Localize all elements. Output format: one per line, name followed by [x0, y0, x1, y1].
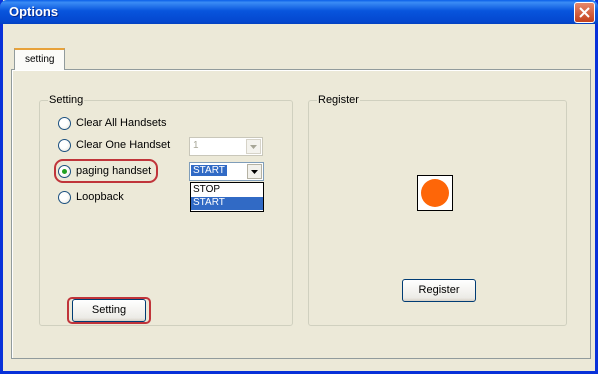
status-dot-icon [421, 179, 449, 207]
tab-setting[interactable]: setting [14, 48, 65, 70]
setting-groupbox: Setting [39, 94, 293, 326]
radio-button[interactable] [58, 191, 71, 204]
handset-number-combo[interactable]: 1 [189, 137, 263, 156]
handset-combo-dropdown-button[interactable] [246, 139, 261, 154]
register-status-indicator [417, 175, 453, 211]
setting-group-title: Setting [48, 94, 85, 106]
radio-label: paging handset [76, 165, 152, 177]
options-dialog: Options setting Setting Clear All Handse… [0, 0, 598, 374]
dropdown-option-start[interactable]: START [191, 197, 263, 210]
title-bar[interactable]: Options [0, 0, 598, 24]
radio-loopback[interactable]: Loopback [58, 190, 138, 206]
radio-label: Clear One Handset [76, 139, 171, 151]
radio-clear-all-handsets[interactable]: Clear All Handsets [58, 116, 178, 132]
radio-clear-one-handset[interactable]: Clear One Handset [58, 138, 178, 154]
handset-number-value: 1 [193, 140, 199, 151]
tab-setting-label: setting [25, 54, 55, 65]
close-icon [579, 7, 590, 18]
window-title: Options [9, 4, 59, 19]
close-button[interactable] [574, 2, 595, 23]
paging-command-dropdown-list: STOP START [190, 182, 264, 212]
paging-combo-dropdown-button[interactable] [247, 164, 262, 179]
register-group-title: Register [317, 94, 360, 106]
dropdown-option-stop[interactable]: STOP [191, 184, 263, 197]
paging-command-value: START [191, 165, 227, 176]
radio-button[interactable] [58, 139, 71, 152]
paging-command-combo[interactable]: START [189, 162, 264, 181]
chevron-down-icon [250, 145, 257, 149]
register-button[interactable]: Register [402, 279, 476, 302]
setting-button[interactable]: Setting [72, 299, 146, 322]
radio-label: Loopback [76, 191, 124, 203]
chevron-down-icon [251, 170, 258, 174]
radio-button[interactable] [58, 165, 71, 178]
radio-label: Clear All Handsets [76, 117, 167, 129]
radio-button[interactable] [58, 117, 71, 130]
radio-paging-handset[interactable]: paging handset [58, 164, 154, 180]
